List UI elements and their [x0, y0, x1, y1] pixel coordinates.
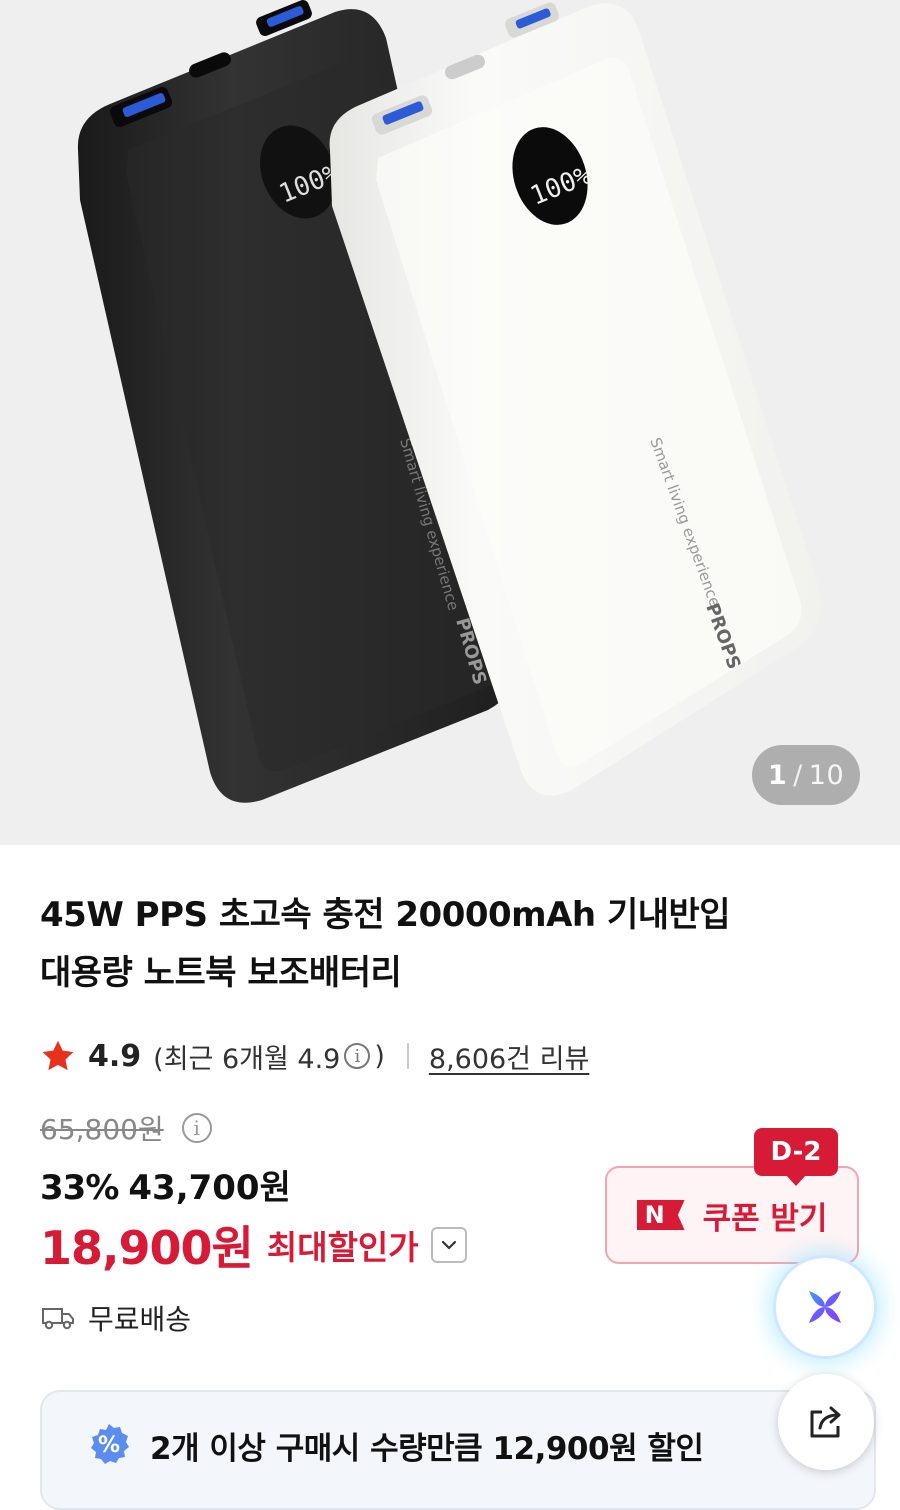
recent-rating[interactable]: (최근 6개월 4.9 i ): [153, 1037, 385, 1076]
product-photo: 100% Smart living experience PROPS 100% …: [77, 0, 821, 803]
star-icon: [42, 1040, 74, 1071]
bulk-discount-banner[interactable]: % 2개 이상 구매시 수량만큼 12,900원 할인: [40, 1390, 876, 1510]
product-title: 45W PPS 초고속 충전 20000mAh 기내반입 대용량 노트북 보조배…: [40, 886, 820, 1002]
discounted-price: 43,700원: [128, 1168, 291, 1208]
product-image-gallery[interactable]: 100% Smart living experience PROPS 100% …: [0, 0, 900, 845]
price-info-icon[interactable]: i: [181, 1113, 212, 1143]
info-icon[interactable]: i: [344, 1043, 371, 1069]
review-count-link[interactable]: 8,606건 리뷰: [429, 1037, 589, 1076]
percent-glyph: %: [97, 1432, 121, 1458]
ai-sparkle-icon: [809, 1291, 841, 1323]
bulk-discount-text: 2개 이상 구매시 수량만큼 12,900원 할인: [150, 1430, 704, 1467]
product-title-line1: 45W PPS 초고속 충전 20000mAh 기내반입: [40, 895, 731, 935]
final-price-row: 18,900원 최대할인가: [40, 1212, 467, 1278]
share-button[interactable]: [778, 1374, 874, 1470]
rating-row: 4.9 (최근 6개월 4.9 i ) 8,606건 리뷰: [40, 1032, 589, 1080]
naver-n-icon: N: [636, 1200, 685, 1230]
ai-assistant-button[interactable]: [776, 1258, 874, 1356]
final-price: 18,900원: [40, 1221, 254, 1275]
image-counter-separator: /: [793, 759, 803, 791]
percent-badge-icon: %: [86, 1422, 132, 1468]
truck-icon: [42, 1308, 74, 1330]
share-icon: [810, 1406, 841, 1438]
chevron-down-icon: [441, 1240, 456, 1250]
product-title-line2: 대용량 노트북 보조배터리: [40, 953, 402, 993]
dday-badge: D-2: [754, 1128, 838, 1186]
original-price: 65,800원: [40, 1113, 164, 1146]
discount-percent: 33%: [40, 1168, 119, 1208]
coupon-label: 쿠폰 받기: [702, 1200, 828, 1237]
discount-price-row: 33% 43,700원: [40, 1160, 291, 1209]
rating-divider: [406, 1043, 409, 1069]
coupon-button[interactable]: N 쿠폰 받기: [605, 1166, 859, 1264]
original-price-row: 65,800원 i: [40, 1108, 216, 1148]
image-counter: 1 / 10: [752, 745, 860, 805]
shipping-label: 무료배송: [88, 1303, 192, 1336]
recent-rating-label: (최근 6개월 4.9: [153, 1043, 341, 1075]
image-counter-total: 10: [808, 759, 845, 791]
rating-value: 4.9: [88, 1038, 142, 1074]
final-price-label: 최대할인가: [266, 1228, 419, 1267]
recent-rating-close: ): [374, 1040, 385, 1072]
price-detail-toggle[interactable]: [430, 1227, 467, 1263]
shipping-row: 무료배송: [40, 1298, 191, 1338]
image-counter-current: 1: [767, 759, 788, 791]
